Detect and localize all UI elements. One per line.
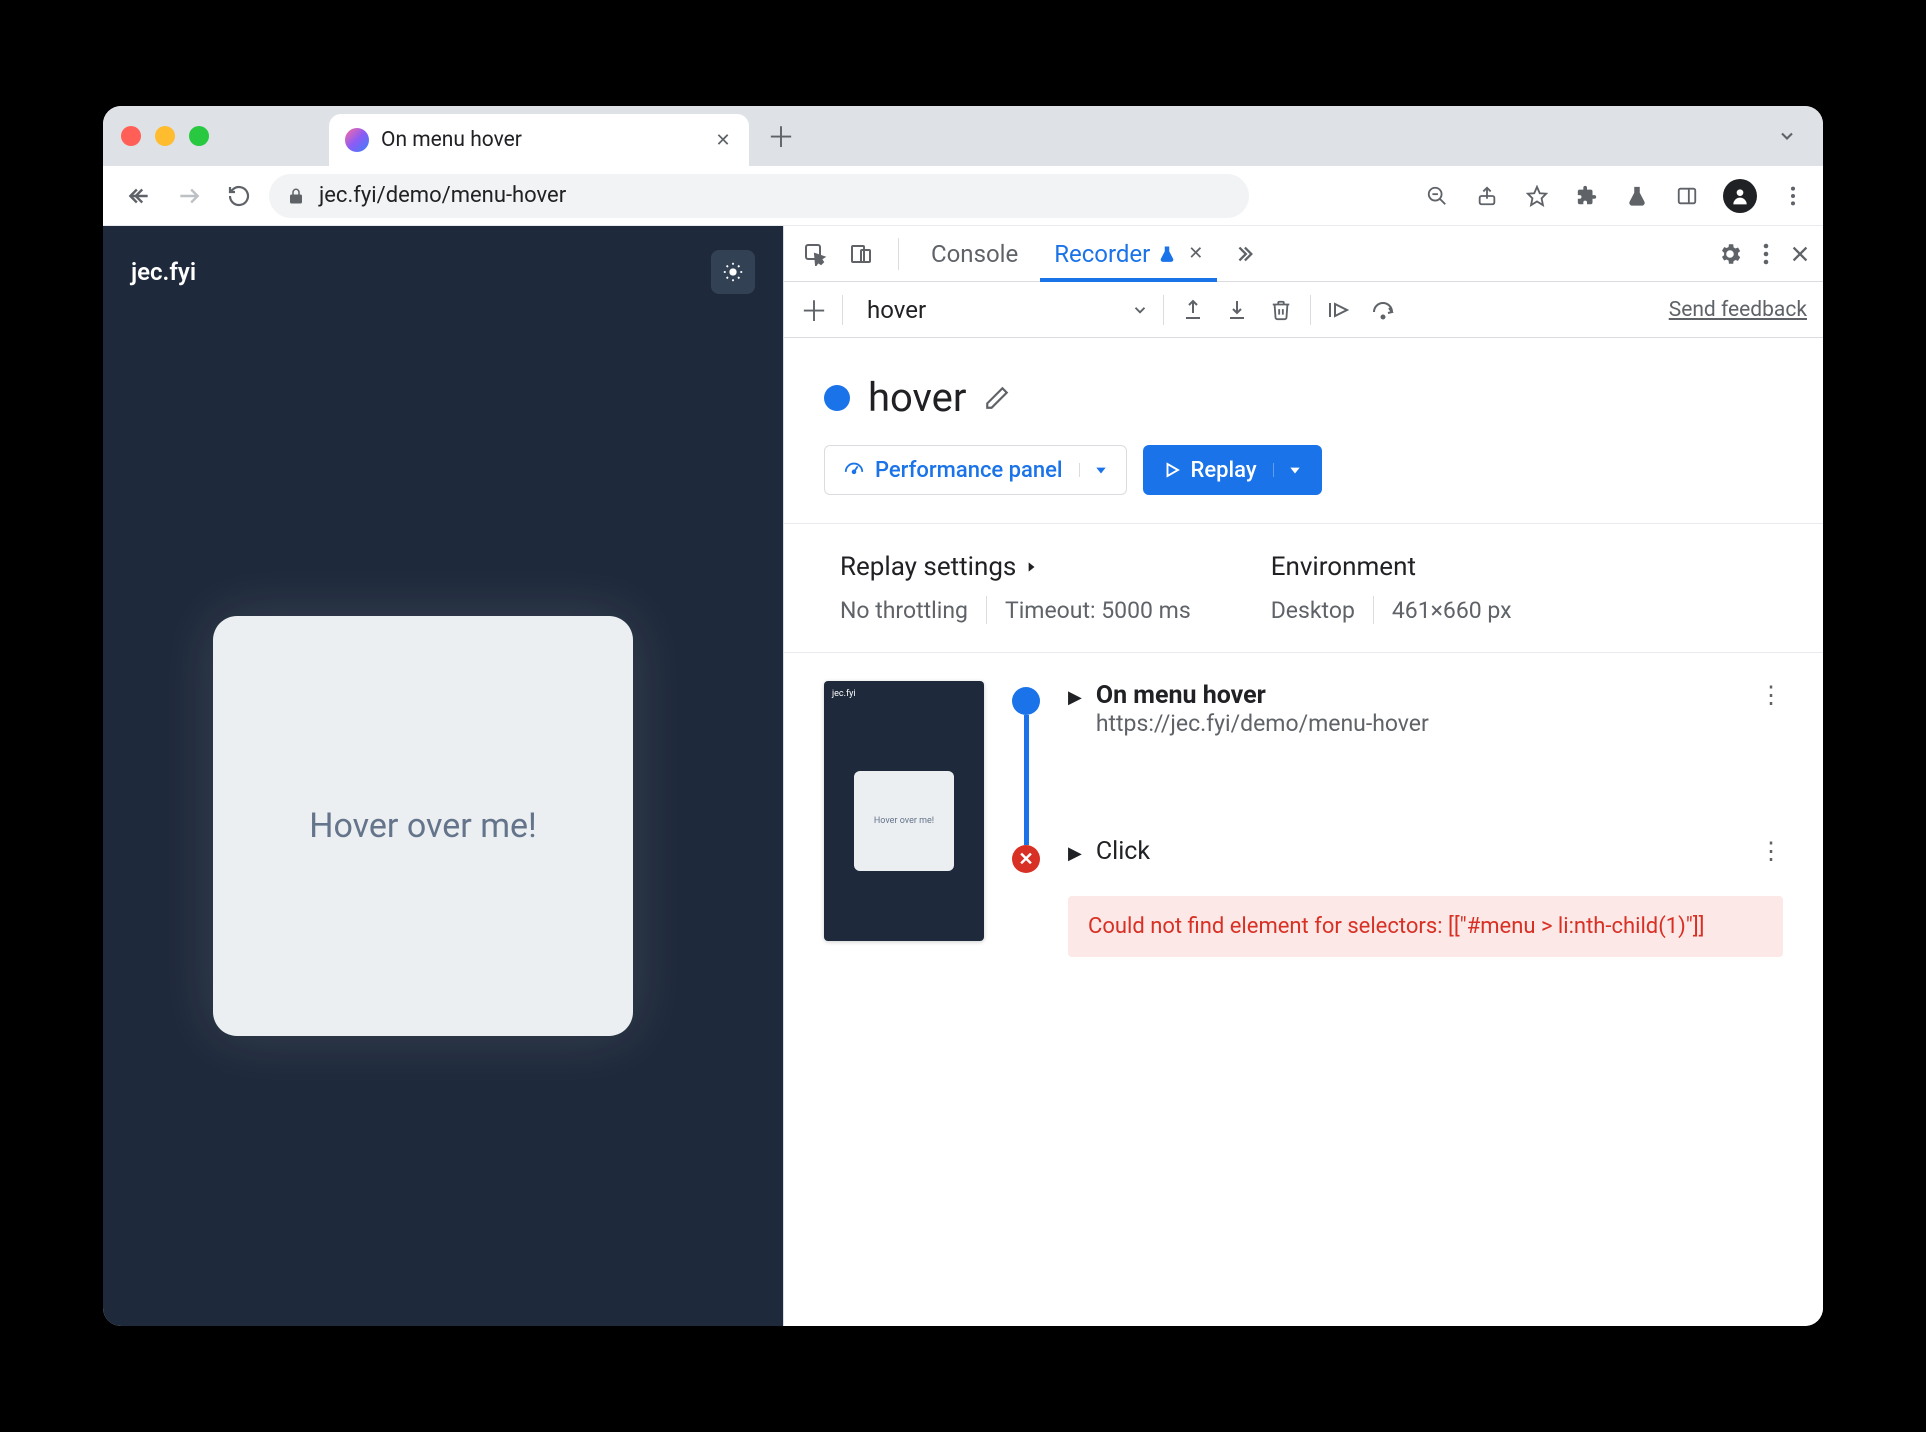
step-kebab-icon[interactable]: ⋮	[1759, 837, 1783, 865]
step-title: On menu hover	[1096, 681, 1745, 710]
recording-title: hover	[868, 374, 966, 421]
delete-icon[interactable]	[1266, 295, 1296, 325]
recording-dropdown-icon[interactable]	[1131, 301, 1149, 319]
address-bar: jec.fyi/demo/menu-hover	[103, 166, 1823, 226]
device-value: Desktop	[1271, 597, 1355, 624]
chevron-right-icon: ▶	[1068, 843, 1082, 864]
timeline-dot-icon	[1012, 687, 1040, 715]
browser-tab[interactable]: On menu hover ✕	[329, 114, 749, 166]
step-item[interactable]: ▶ On menu hover https://jec.fyi/demo/men…	[1068, 681, 1783, 737]
recording-name[interactable]: hover	[857, 296, 1117, 324]
new-tab-button[interactable]: ＋	[761, 116, 801, 156]
replay-settings-heading[interactable]: Replay settings	[840, 552, 1191, 582]
chevron-right-icon: ▶	[1068, 687, 1082, 708]
window-controls	[121, 126, 209, 146]
sidepanel-icon[interactable]	[1673, 182, 1701, 210]
replay-button[interactable]: Replay	[1143, 445, 1322, 495]
perf-dropdown-icon[interactable]	[1079, 463, 1108, 477]
step-item[interactable]: ▶ Click ⋮	[1068, 837, 1783, 866]
recording-title-row: hover	[784, 338, 1823, 445]
profile-avatar[interactable]	[1723, 179, 1757, 213]
forward-button[interactable]	[169, 176, 209, 216]
chevron-right-icon	[1024, 560, 1038, 574]
star-icon[interactable]	[1523, 182, 1551, 210]
maximize-window-button[interactable]	[189, 126, 209, 146]
step-kebab-icon[interactable]: ⋮	[1759, 681, 1783, 709]
step-thumbnail: jec.fyi Hover over me!	[824, 681, 984, 941]
devtools-kebab-icon[interactable]	[1763, 242, 1769, 266]
extensions-icon[interactable]	[1573, 182, 1601, 210]
performance-panel-button[interactable]: Performance panel	[824, 445, 1127, 495]
page-pane: jec.fyi Hover over me!	[103, 226, 783, 1326]
gauge-icon	[843, 459, 865, 481]
timeline: ✕	[1008, 681, 1044, 957]
page-brand: jec.fyi	[131, 258, 196, 286]
environment-heading: Environment	[1271, 552, 1512, 582]
send-feedback-link[interactable]: Send feedback	[1669, 298, 1807, 322]
tab-bar: On menu hover ✕ ＋	[103, 106, 1823, 166]
error-message: Could not find element for selectors: [[…	[1068, 896, 1783, 957]
recorder-toolbar: ＋ hover Send feedback	[784, 282, 1823, 338]
step-over-icon[interactable]	[1325, 295, 1355, 325]
flask-icon	[1158, 245, 1176, 263]
kebab-menu-icon[interactable]	[1779, 182, 1807, 210]
settings-gear-icon[interactable]	[1717, 241, 1743, 267]
reload-button[interactable]	[219, 176, 259, 216]
minimize-window-button[interactable]	[155, 126, 175, 146]
close-tab-button[interactable]: ✕	[713, 130, 733, 150]
tab-console[interactable]: Console	[917, 226, 1032, 282]
status-dot-icon	[824, 385, 850, 411]
more-tabs-icon[interactable]	[1233, 243, 1255, 265]
devtools-pane: Console Recorder ✕ ＋ hover	[783, 226, 1823, 1326]
browser-window: On menu hover ✕ ＋ jec.fyi/demo/menu-hove…	[103, 106, 1823, 1326]
play-icon	[1163, 461, 1181, 479]
url-text: jec.fyi/demo/menu-hover	[319, 183, 566, 208]
timeout-value: Timeout: 5000 ms	[1005, 597, 1191, 624]
step-url: https://jec.fyi/demo/menu-hover	[1096, 710, 1745, 737]
inspect-icon[interactable]	[796, 235, 834, 273]
address-actions	[1423, 179, 1807, 213]
step-title: Click	[1096, 837, 1745, 866]
timeline-error-icon: ✕	[1012, 845, 1040, 873]
back-button[interactable]	[119, 176, 159, 216]
content-row: jec.fyi Hover over me! Console Recorder …	[103, 226, 1823, 1326]
lock-icon	[287, 187, 305, 205]
new-recording-button[interactable]: ＋	[800, 290, 828, 330]
dimensions-value: 461×660 px	[1392, 597, 1512, 624]
close-panel-button[interactable]: ✕	[1188, 243, 1203, 264]
close-window-button[interactable]	[121, 126, 141, 146]
throttling-value: No throttling	[840, 597, 968, 624]
settings-row: Replay settings No throttling Timeout: 5…	[784, 524, 1823, 652]
labs-icon[interactable]	[1623, 182, 1651, 210]
tabs-caret-icon[interactable]	[1777, 126, 1797, 146]
step-icon[interactable]	[1369, 295, 1399, 325]
edit-title-button[interactable]	[984, 385, 1010, 411]
tab-title: On menu hover	[381, 128, 701, 152]
hover-card[interactable]: Hover over me!	[213, 616, 633, 1036]
theme-toggle-button[interactable]	[711, 250, 755, 294]
close-devtools-button[interactable]	[1789, 243, 1811, 265]
replay-dropdown-icon[interactable]	[1273, 463, 1302, 477]
hover-card-text: Hover over me!	[309, 806, 537, 846]
import-icon[interactable]	[1222, 295, 1252, 325]
share-icon[interactable]	[1473, 182, 1501, 210]
device-toggle-icon[interactable]	[842, 235, 880, 273]
steps-area: jec.fyi Hover over me! ✕ ▶ On menu hover	[784, 653, 1823, 985]
omnibox[interactable]: jec.fyi/demo/menu-hover	[269, 174, 1249, 218]
zoom-out-icon[interactable]	[1423, 182, 1451, 210]
favicon-icon	[345, 128, 369, 152]
export-icon[interactable]	[1178, 295, 1208, 325]
devtools-tabbar: Console Recorder ✕	[784, 226, 1823, 282]
tab-recorder[interactable]: Recorder ✕	[1040, 226, 1217, 282]
